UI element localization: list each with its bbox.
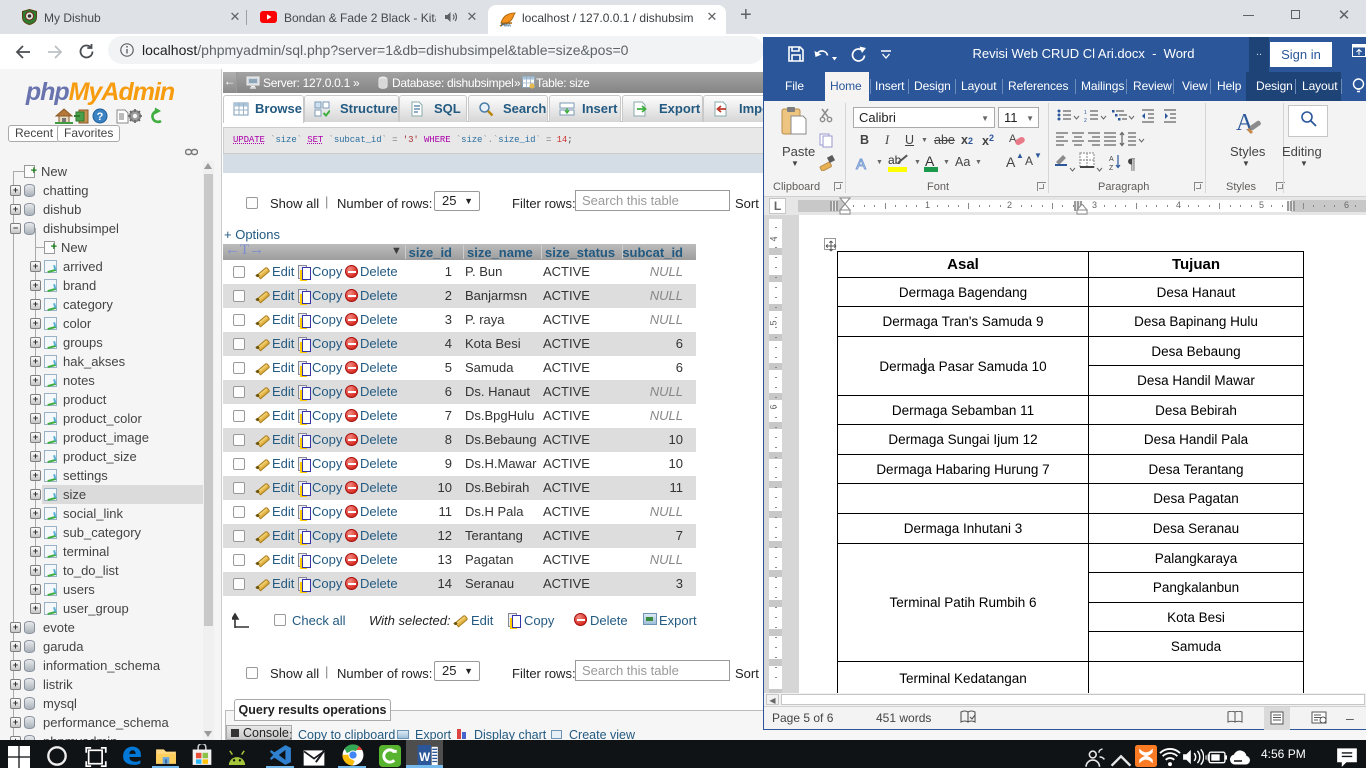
svg-text:?: ?	[97, 111, 104, 123]
svg-text:1: 1	[1084, 110, 1087, 116]
svg-text:W: W	[419, 751, 430, 764]
svg-text:A: A	[856, 156, 866, 173]
svg-text:PMA: PMA	[501, 23, 512, 28]
svg-text:A: A	[1109, 156, 1114, 163]
svg-text:2: 2	[1084, 118, 1087, 124]
svg-text:¶: ¶	[1128, 156, 1136, 173]
svg-text:Z: Z	[1109, 165, 1114, 172]
